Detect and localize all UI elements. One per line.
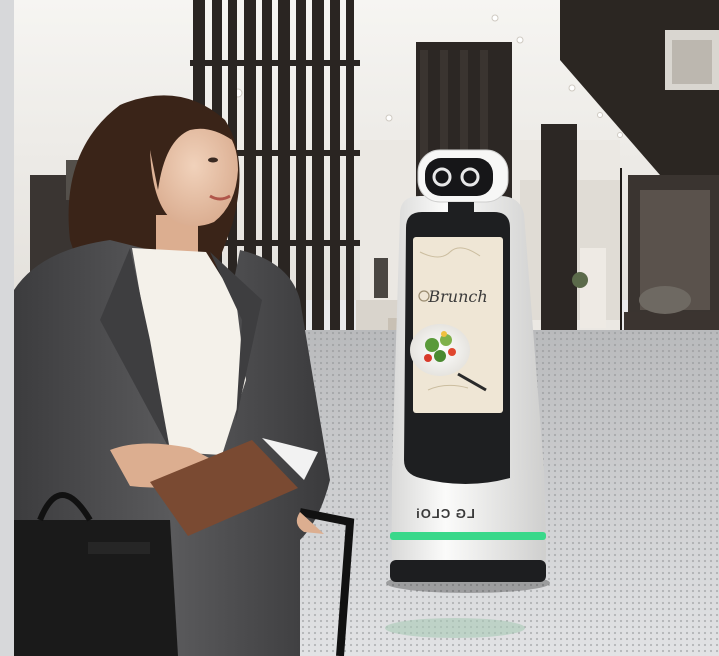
floor-reflection — [385, 618, 525, 638]
robot-brand-label: LG CLOi — [415, 506, 475, 521]
robot-wheel-skirt — [390, 560, 546, 582]
handbag — [14, 520, 178, 656]
hotel-lobby-photo: Brunch LG CLOi — [0, 0, 719, 656]
robot-screen — [413, 237, 503, 413]
robot-neck — [448, 202, 474, 216]
photo-canvas: Brunch LG CLOi — [0, 0, 719, 656]
robot-status-light — [390, 532, 546, 540]
screen-title: Brunch — [427, 287, 487, 306]
left-wall-edge — [0, 0, 14, 656]
